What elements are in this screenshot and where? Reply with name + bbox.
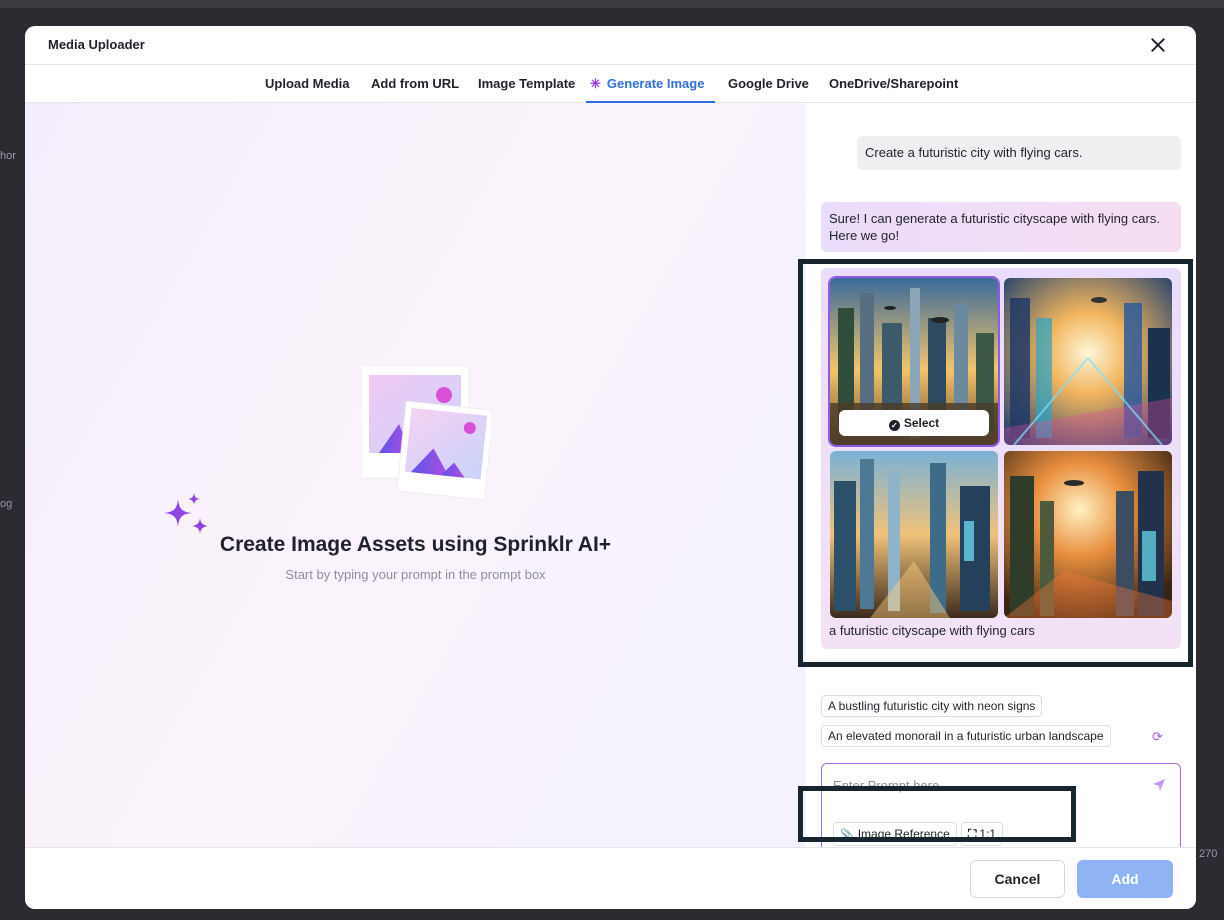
tab-image-template[interactable]: Image Template [478,65,575,103]
select-image-button[interactable]: ✓ Select [839,410,989,436]
tab-upload-media[interactable]: Upload Media [265,65,350,103]
tab-generate-image[interactable]: ✳ Generate Image [586,65,716,103]
generated-images-caption: a futuristic cityscape with flying cars [829,623,1035,638]
refresh-suggestions-icon[interactable]: ⟳ [1152,729,1163,745]
suggestion-chip[interactable]: A bustling futuristic city with neon sig… [821,695,1043,717]
prompt-box: 📎Image Reference ⛶1:1 [821,763,1181,856]
aspect-ratio-label: 1:1 [979,827,997,841]
generated-images-card: ✓ Select a futuristic cityscape with fly… [821,268,1181,649]
generated-image-3[interactable] [830,451,998,618]
tab-generate-image-label: Generate Image [606,76,705,91]
tab-bar: Upload Media Add from URL Image Template… [25,64,1196,103]
modal-title: Media Uploader [48,37,145,52]
add-button[interactable]: Add [1077,860,1173,898]
send-icon[interactable] [1152,778,1166,792]
paperclip-icon: 📎 [840,829,854,841]
tab-google-drive[interactable]: Google Drive [728,65,809,103]
select-image-label: Select [903,416,940,430]
image-reference-button[interactable]: 📎 Image Reference [833,822,957,846]
city-image-2-icon [1004,278,1172,445]
image-gallery-illustration-icon [361,366,491,500]
check-circle-icon: ✓ [888,420,900,431]
image-reference-label: Image Reference [857,827,950,841]
empty-state-subline: Start by typing your prompt in the promp… [285,567,546,582]
cancel-button[interactable]: Cancel [970,860,1065,898]
user-message: Create a futuristic city with flying car… [857,136,1181,170]
modal-footer: Cancel Add [25,847,1196,909]
media-uploader-modal: Media Uploader Upload Media Add from URL… [25,26,1196,909]
close-icon[interactable] [1148,35,1168,55]
tab-onedrive-sharepoint[interactable]: OneDrive/Sharepoint [829,65,958,103]
modal-header: Media Uploader [25,26,1196,64]
generated-image-1[interactable]: ✓ Select [828,276,1000,447]
generated-image-2[interactable] [1004,278,1172,445]
sparkle-icon: ✳ [590,76,601,91]
background-text: 270 [1199,848,1218,860]
chat-panel: Create a futuristic city with flying car… [806,103,1196,856]
expand-icon: ⛶ [968,827,977,841]
city-image-3-icon [830,451,998,618]
empty-state-headline: Create Image Assets using Sprinklr AI+ [219,533,612,556]
aspect-ratio-button[interactable]: ⛶ 1:1 [961,822,1004,846]
background-app-bar [0,0,1224,8]
tab-add-from-url[interactable]: Add from URL [371,65,459,103]
city-image-4-icon [1004,451,1172,618]
generated-image-4[interactable] [1004,451,1172,618]
background-text: hor [0,150,16,162]
prompt-input[interactable] [833,774,1143,796]
background-text: og [0,498,13,510]
assistant-message: Sure! I can generate a futuristic citysc… [821,202,1181,252]
suggestion-chip[interactable]: An elevated monorail in a futuristic urb… [821,725,1111,747]
empty-state-panel: Create Image Assets using Sprinklr AI+ S… [25,103,806,847]
